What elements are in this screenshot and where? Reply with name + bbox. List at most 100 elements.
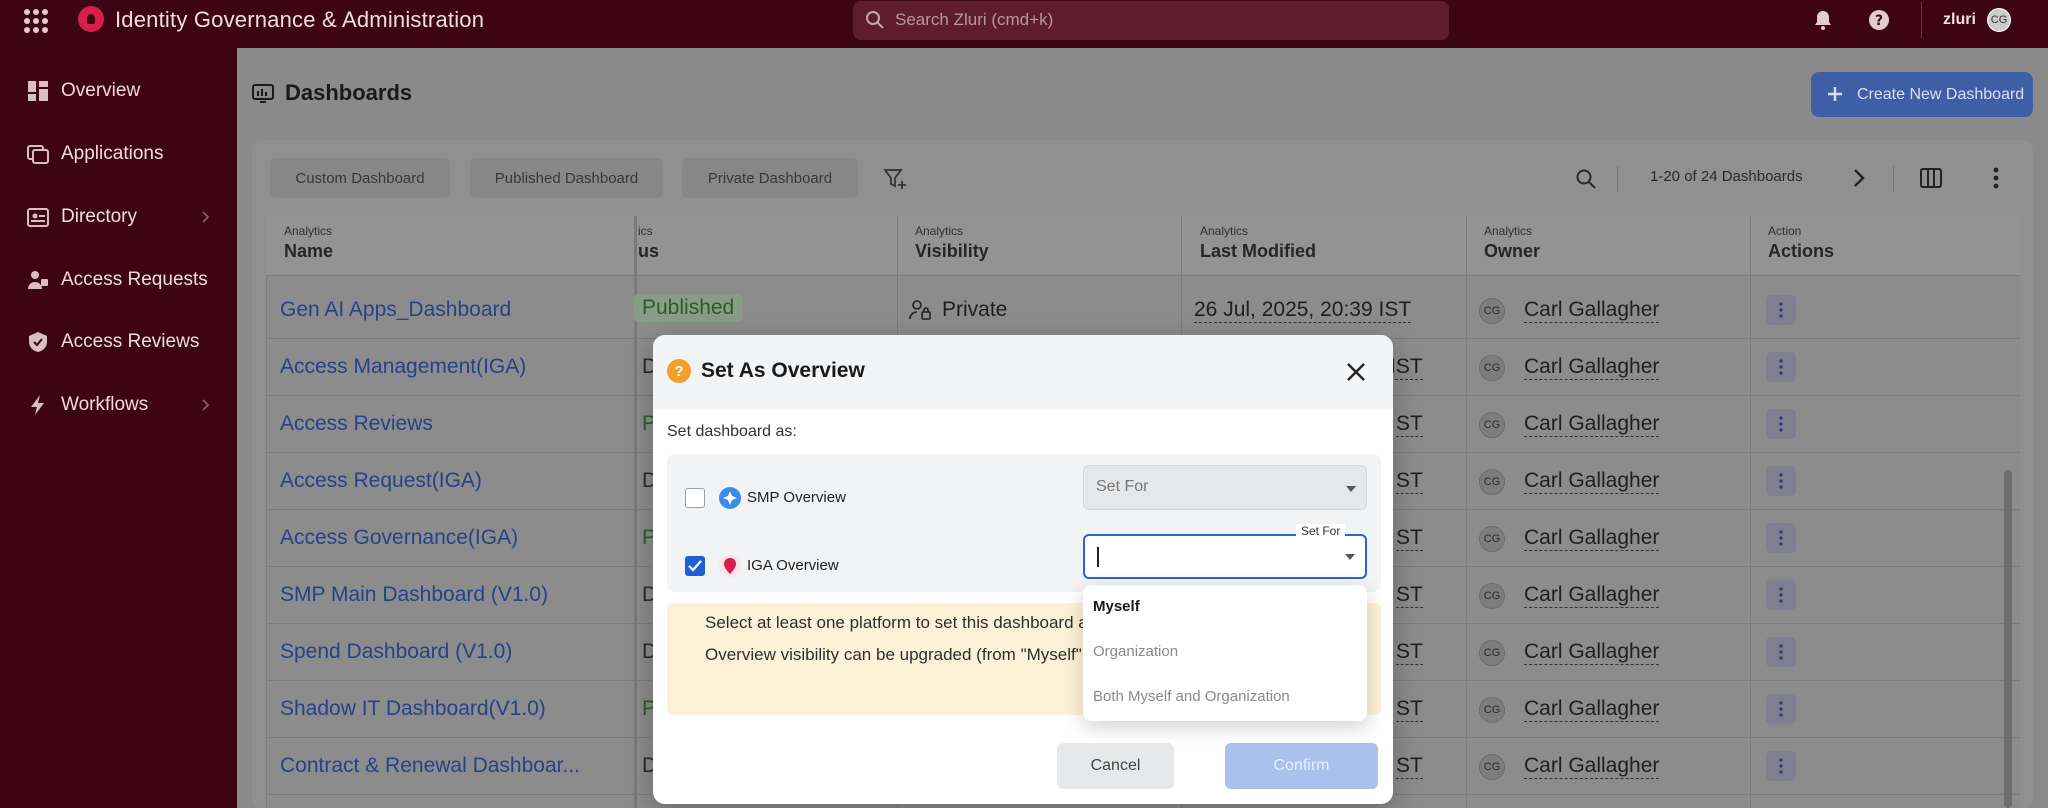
sidebar-item-workflows[interactable]: Workflows [0, 383, 237, 427]
overview-icon [28, 81, 48, 101]
dropdown-option-organization[interactable]: Organization [1093, 643, 1178, 660]
set-overview-modal: ? Set As Overview Set dashboard as: SMP … [653, 335, 1393, 804]
chevron-right-icon [202, 211, 210, 223]
iga-set-for-select[interactable] [1083, 534, 1367, 579]
table-header: Analytics Name ics us Analytics Visibility … [266, 216, 2020, 276]
filter-add-icon[interactable] [883, 167, 907, 191]
sidebar-item-access-requests[interactable]: Access Requests [0, 258, 237, 302]
info-item: Select at least one platform to set this… [705, 613, 1111, 633]
iga-logo-icon [78, 6, 104, 32]
row-actions-button[interactable] [1766, 523, 1796, 553]
chevron-right-icon[interactable] [1848, 166, 1870, 190]
tab-custom-dashboard[interactable]: Custom Dashboard [270, 158, 450, 198]
dropdown-option-myself[interactable]: Myself [1093, 598, 1140, 615]
owner-name[interactable]: Carl Gallagher [1524, 412, 1660, 437]
row-actions-button[interactable] [1766, 751, 1796, 781]
user-avatar[interactable]: CG [1987, 8, 2011, 32]
more-vertical-icon [1779, 644, 1783, 660]
smp-set-for-select: Set For [1083, 465, 1367, 510]
owner-name[interactable]: Carl Gallagher [1524, 469, 1660, 494]
owner-avatar: CG [1479, 298, 1505, 324]
sidebar-item-label: Directory [61, 206, 138, 227]
zluri-brand: zluri [1943, 11, 1976, 28]
table-search-icon[interactable] [1575, 168, 1597, 190]
global-search[interactable] [853, 1, 1449, 40]
owner-name[interactable]: Carl Gallagher [1524, 640, 1660, 665]
sidebar-item-access-reviews[interactable]: Access Reviews [0, 320, 237, 364]
bell-icon[interactable] [1812, 9, 1834, 31]
caret-down-icon [1346, 486, 1356, 492]
search-icon [866, 11, 884, 29]
dashboard-name-link[interactable]: Spend Dashboard (V1.0) [280, 640, 512, 664]
pagination-count: 1-20 of 24 Dashboards [1650, 168, 1803, 185]
create-dashboard-button[interactable]: Create New Dashboard [1811, 72, 2033, 117]
cancel-button[interactable]: Cancel [1057, 743, 1174, 789]
tab-private-dashboard[interactable]: Private Dashboard [682, 158, 858, 198]
column-header-visibility[interactable]: Analytics Visibility [915, 224, 989, 262]
column-header-owner[interactable]: Analytics Owner [1484, 224, 1540, 262]
row-actions-button[interactable] [1766, 637, 1796, 667]
sidebar-item-label: Access Requests [61, 269, 208, 290]
table-scrollbar[interactable] [2004, 470, 2012, 808]
more-vertical-icon [1779, 758, 1783, 774]
row-actions-button[interactable] [1766, 409, 1796, 439]
page-title: Dashboards [285, 80, 413, 105]
close-icon[interactable] [1343, 359, 1369, 385]
sidebar-item-applications[interactable]: Applications [0, 132, 237, 176]
top-bar: Identity Governance & Administration ? z… [0, 0, 2048, 48]
last-modified-cell: ST [1396, 640, 1423, 665]
svg-text:?: ? [1875, 13, 1883, 29]
dropdown-option-both[interactable]: Both Myself and Organization [1093, 688, 1290, 705]
column-header-last-modified[interactable]: Analytics Last Modified [1200, 224, 1316, 262]
owner-name[interactable]: Carl Gallagher [1524, 754, 1660, 779]
row-actions-button[interactable] [1766, 694, 1796, 724]
smp-overview-checkbox[interactable] [685, 488, 705, 508]
dashboard-name-link[interactable]: Shadow IT Dashboard(V1.0) [280, 697, 546, 721]
sidebar-item-directory[interactable]: Directory [0, 195, 237, 239]
owner-name[interactable]: Carl Gallagher [1524, 298, 1660, 323]
iga-overview-checkbox[interactable] [685, 556, 705, 576]
table-row[interactable]: Gen AI Apps_Dashboard Published Private … [266, 282, 2020, 339]
owner-avatar: CG [1479, 355, 1505, 381]
last-modified-cell: ST [1396, 583, 1423, 608]
text-cursor [1097, 547, 1099, 567]
checkmark-icon [688, 560, 702, 572]
owner-name[interactable]: Carl Gallagher [1524, 697, 1660, 722]
iga-overview-label: IGA Overview [747, 557, 839, 574]
owner-avatar: CG [1479, 469, 1505, 495]
apps-grid-icon[interactable] [24, 9, 48, 33]
tab-published-dashboard[interactable]: Published Dashboard [470, 158, 663, 198]
row-actions-button[interactable] [1766, 466, 1796, 496]
sidebar-item-label: Workflows [61, 394, 149, 415]
dashboard-name-link[interactable]: Access Request(IGA) [280, 469, 482, 493]
dashboard-name-link[interactable]: SMP Main Dashboard (V1.0) [280, 583, 548, 607]
help-icon[interactable]: ? [1868, 9, 1890, 31]
question-icon: ? [667, 359, 691, 383]
row-actions-button[interactable] [1766, 580, 1796, 610]
more-vertical-icon[interactable] [1984, 166, 2008, 190]
columns-icon[interactable] [1919, 166, 1943, 190]
column-header-status[interactable]: ics us [638, 224, 659, 262]
more-vertical-icon [1779, 587, 1783, 603]
dashboard-name-link[interactable]: Gen AI Apps_Dashboard [280, 298, 511, 322]
iga-logo-icon [719, 555, 741, 577]
owner-avatar: CG [1479, 583, 1505, 609]
dashboard-name-link[interactable]: Access Reviews [280, 412, 433, 436]
sidebar-item-overview[interactable]: Overview [0, 69, 237, 113]
create-button-label: Create New Dashboard [1857, 85, 2025, 103]
row-actions-button[interactable] [1766, 295, 1796, 325]
row-actions-button[interactable] [1766, 352, 1796, 382]
owner-name[interactable]: Carl Gallagher [1524, 355, 1660, 380]
dashboard-name-link[interactable]: Access Management(IGA) [280, 355, 526, 379]
dashboard-name-link[interactable]: Access Governance(IGA) [280, 526, 518, 550]
owner-name[interactable]: Carl Gallagher [1524, 583, 1660, 608]
more-vertical-icon [1779, 701, 1783, 717]
owner-name[interactable]: Carl Gallagher [1524, 526, 1660, 551]
column-header-name[interactable]: Analytics Name [284, 224, 333, 262]
modal-title: Set As Overview [701, 359, 865, 382]
plus-icon [1828, 87, 1842, 101]
confirm-button[interactable]: Confirm [1225, 743, 1378, 789]
more-vertical-icon [1779, 473, 1783, 489]
search-input[interactable] [895, 7, 1435, 33]
dashboard-name-link[interactable]: Contract & Renewal Dashboar... [280, 754, 580, 778]
